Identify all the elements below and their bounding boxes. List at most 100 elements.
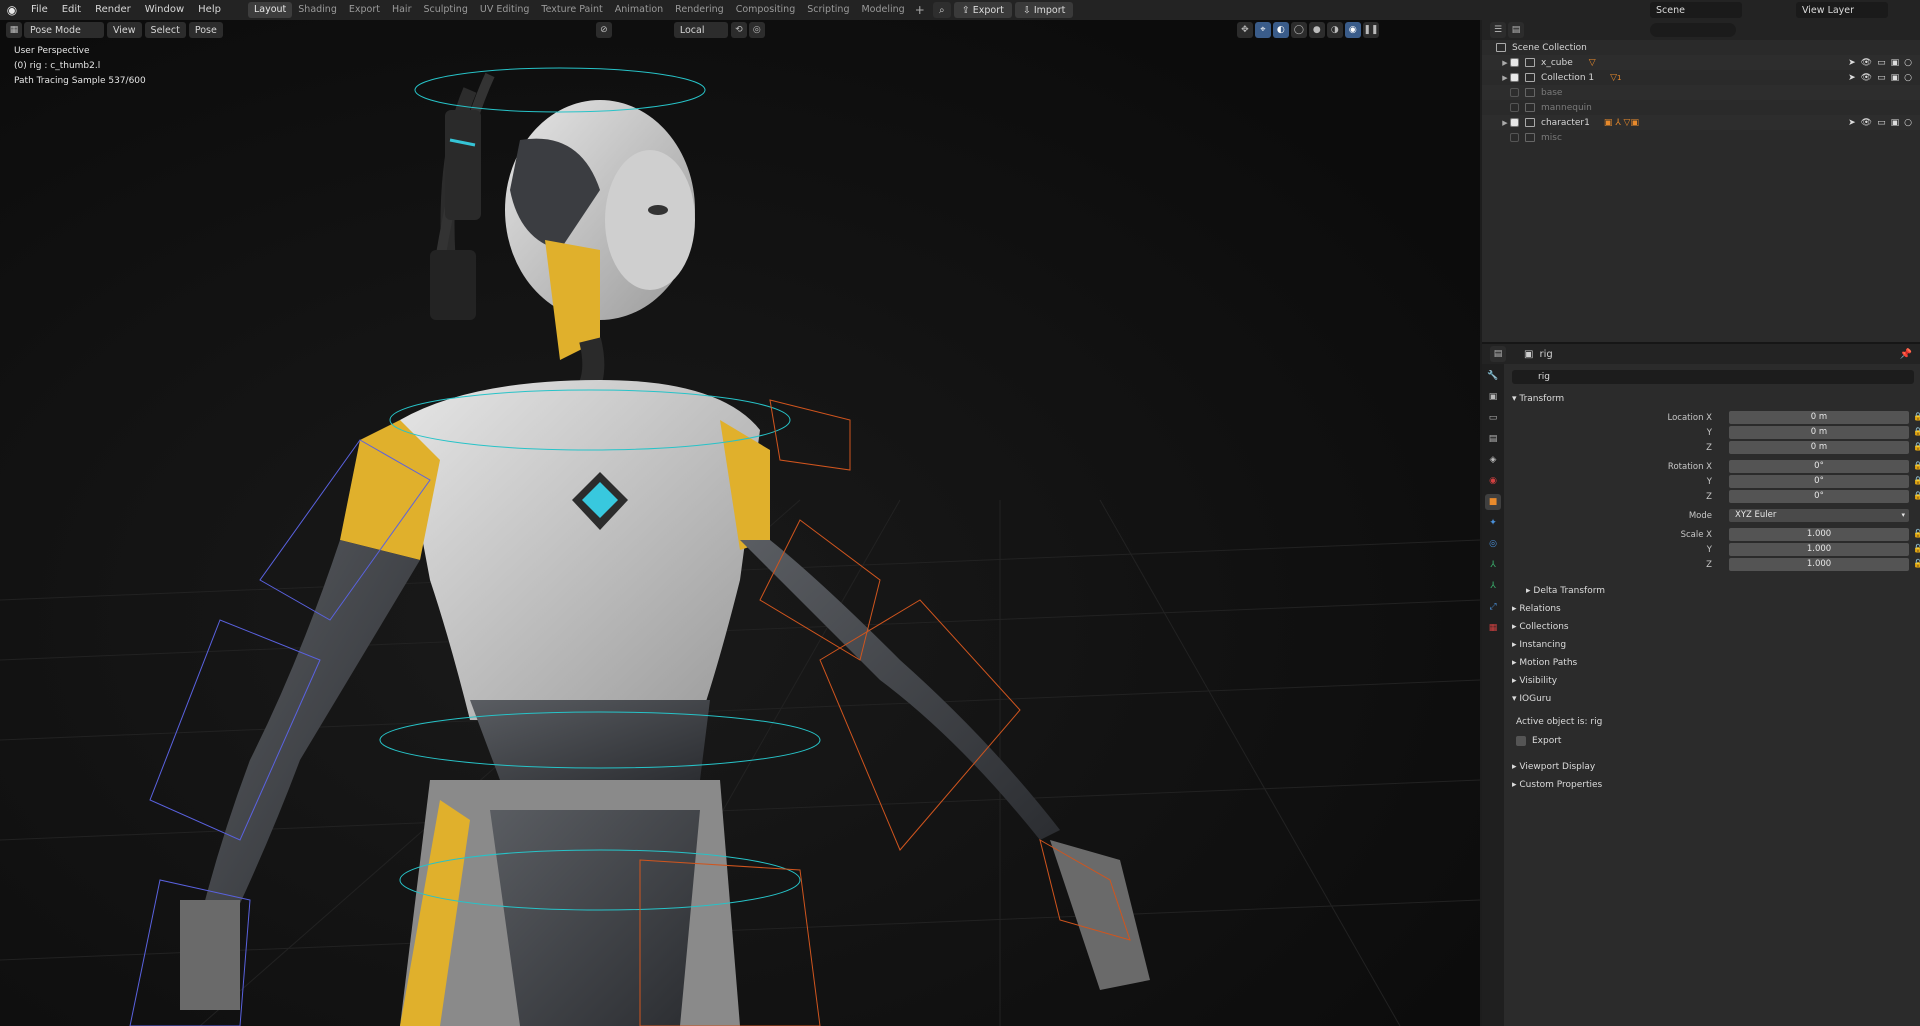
location-z-field[interactable]: 0 m xyxy=(1729,441,1909,454)
overlay-toggle-icon[interactable]: ⌖ xyxy=(1254,22,1271,38)
relations-header[interactable]: ▸ Relations xyxy=(1512,604,1561,614)
rotation-y-field[interactable]: 0° xyxy=(1729,475,1909,488)
delta-transform-header[interactable]: ▸ Delta Transform xyxy=(1526,586,1605,596)
view-layer-tab-icon[interactable]: ▤ xyxy=(1485,431,1501,447)
outliner-row-x-cube[interactable]: ▶ x_cube ▽ ➤ 👁 ▭ ▣ ○ xyxy=(1482,55,1920,70)
object-name-field[interactable]: rig xyxy=(1512,370,1914,384)
ioguru-header[interactable]: ▾ IOGuru xyxy=(1512,694,1551,704)
tab-sculpting[interactable]: Sculpting xyxy=(417,2,473,18)
menu-pose[interactable]: Pose xyxy=(188,22,223,38)
tab-scripting[interactable]: Scripting xyxy=(801,2,855,18)
render-tab-icon[interactable]: ▣ xyxy=(1485,389,1501,405)
tab-shading[interactable]: Shading xyxy=(292,2,343,18)
outliner-editor-icon[interactable]: ☰ xyxy=(1490,22,1506,38)
rotation-z-field[interactable]: 0° xyxy=(1729,490,1909,503)
transform-panel-header[interactable]: ▾ Transform xyxy=(1512,394,1564,404)
visibility-header[interactable]: ▸ Visibility xyxy=(1512,676,1557,686)
gizmo-toggle-icon[interactable]: ✥ xyxy=(1236,22,1253,38)
outliner-row-collection-1[interactable]: ▶ Collection 1 ▽ 1 ➤ 👁 ▭ ▣ ○ xyxy=(1482,70,1920,85)
holdout-icon[interactable]: ○ xyxy=(1904,58,1912,68)
tab-animation[interactable]: Animation xyxy=(609,2,669,18)
add-workspace-icon[interactable]: + xyxy=(911,3,929,17)
bone-tab-icon[interactable]: ⤢ xyxy=(1485,599,1501,615)
visibility-eye-icon[interactable]: 👁 xyxy=(1861,118,1872,128)
outliner-row-mannequin[interactable]: mannequin xyxy=(1482,100,1920,115)
output-tab-icon[interactable]: ▭ xyxy=(1485,410,1501,426)
lock-icon[interactable]: 🔒 xyxy=(1913,461,1920,470)
visibility-eye-icon[interactable]: 👁 xyxy=(1861,73,1872,83)
viewport-toggle-icon[interactable]: ▭ xyxy=(1877,73,1886,83)
motion-paths-header[interactable]: ▸ Motion Paths xyxy=(1512,658,1577,668)
blender-logo-icon[interactable]: ◉ xyxy=(0,0,24,20)
proportional-edit-icon[interactable]: ◎ xyxy=(748,22,765,38)
unlock-icon[interactable]: 🔓 xyxy=(1913,529,1920,538)
search-icon[interactable]: ⌕ xyxy=(932,2,951,18)
scale-x-field[interactable]: 1.000 xyxy=(1729,528,1909,541)
viewport-toggle-icon[interactable]: ▭ xyxy=(1877,58,1886,68)
outliner-row-misc[interactable]: misc xyxy=(1482,130,1920,145)
location-y-field[interactable]: 0 m xyxy=(1729,426,1909,439)
constraints-tab-icon[interactable]: ⅄ xyxy=(1485,557,1501,573)
viewport-display-header[interactable]: ▸ Viewport Display xyxy=(1512,762,1595,772)
mode-selector[interactable]: Pose Mode xyxy=(24,22,104,38)
wireframe-shading-icon[interactable]: ◯ xyxy=(1290,22,1307,38)
location-x-field[interactable]: 0 m xyxy=(1729,411,1909,424)
export-checkbox[interactable] xyxy=(1516,736,1526,746)
scene-selector[interactable]: Scene xyxy=(1650,2,1742,18)
select-toggle-icon[interactable]: ➤ xyxy=(1848,58,1856,68)
menu-help[interactable]: Help xyxy=(191,0,228,20)
tab-texture-paint[interactable]: Texture Paint xyxy=(535,2,608,18)
snap-icon[interactable]: ⟲ xyxy=(730,22,747,38)
orientation-selector[interactable]: Local xyxy=(673,22,728,38)
tool-tab-icon[interactable]: 🔧 xyxy=(1485,368,1501,384)
tab-layout[interactable]: Layout xyxy=(247,2,293,18)
tab-compositing[interactable]: Compositing xyxy=(730,2,802,18)
rendered-shading-icon[interactable]: ◉ xyxy=(1344,22,1361,38)
display-mode-icon[interactable]: ▤ xyxy=(1508,22,1524,38)
object-tab-icon[interactable]: ■ xyxy=(1485,494,1501,510)
tab-rendering[interactable]: Rendering xyxy=(669,2,730,18)
lock-icon[interactable]: 🔒 xyxy=(1913,476,1920,485)
tab-modeling[interactable]: Modeling xyxy=(855,2,910,18)
scene-collection-row[interactable]: Scene Collection xyxy=(1482,40,1920,55)
view-layer-selector[interactable]: View Layer xyxy=(1796,2,1888,18)
editor-type-icon[interactable]: ▦ xyxy=(6,22,22,38)
material-shading-icon[interactable]: ◑ xyxy=(1326,22,1343,38)
texture-tab-icon[interactable]: ▦ xyxy=(1485,620,1501,636)
tab-hair[interactable]: Hair xyxy=(386,2,418,18)
exclude-checkbox[interactable] xyxy=(1510,118,1519,127)
render-toggle-icon[interactable]: ▣ xyxy=(1891,118,1900,128)
visibility-eye-icon[interactable]: 👁 xyxy=(1861,58,1872,68)
holdout-icon[interactable]: ○ xyxy=(1904,118,1912,128)
xray-toggle-icon[interactable]: ◐ xyxy=(1272,22,1289,38)
expand-arrow-icon[interactable]: ▶ xyxy=(1500,74,1510,82)
render-toggle-icon[interactable]: ▣ xyxy=(1891,73,1900,83)
unlock-icon[interactable]: 🔓 xyxy=(1913,544,1920,553)
properties-editor-icon[interactable]: ▤ xyxy=(1490,346,1506,362)
tab-export[interactable]: Export xyxy=(343,2,386,18)
pivot-icon[interactable]: ⊘ xyxy=(595,22,612,38)
exclude-checkbox[interactable] xyxy=(1510,58,1519,67)
outliner-row-character1[interactable]: ▶ character1 ▣ ⅄ ▽▣ ➤ 👁 ▭ ▣ ○ xyxy=(1482,115,1920,130)
data-tab-icon[interactable]: ⅄ xyxy=(1485,578,1501,594)
menu-file[interactable]: File xyxy=(24,0,55,20)
collections-header[interactable]: ▸ Collections xyxy=(1512,622,1569,632)
world-tab-icon[interactable]: ◉ xyxy=(1485,473,1501,489)
outliner-row-base[interactable]: base xyxy=(1482,85,1920,100)
exclude-checkbox[interactable] xyxy=(1510,103,1519,112)
lock-icon[interactable]: 🔒 xyxy=(1913,412,1920,421)
export-button[interactable]: ⇪ Export xyxy=(953,2,1012,18)
scale-y-field[interactable]: 1.000 xyxy=(1729,543,1909,556)
outliner-search-input[interactable] xyxy=(1650,23,1736,37)
menu-window[interactable]: Window xyxy=(138,0,191,20)
3d-viewport[interactable]: ▦ Pose Mode View Select Pose ⊘ Local ⟲ ◎… xyxy=(0,20,1480,1026)
select-toggle-icon[interactable]: ➤ xyxy=(1848,118,1856,128)
menu-select[interactable]: Select xyxy=(144,22,186,38)
holdout-icon[interactable]: ○ xyxy=(1904,73,1912,83)
tab-uv-editing[interactable]: UV Editing xyxy=(474,2,536,18)
rotation-x-field[interactable]: 0° xyxy=(1729,460,1909,473)
viewport-toggle-icon[interactable]: ▭ xyxy=(1877,118,1886,128)
lock-icon[interactable]: 🔒 xyxy=(1913,491,1920,500)
scene-tab-icon[interactable]: ◈ xyxy=(1485,452,1501,468)
expand-arrow-icon[interactable]: ▶ xyxy=(1500,59,1510,67)
